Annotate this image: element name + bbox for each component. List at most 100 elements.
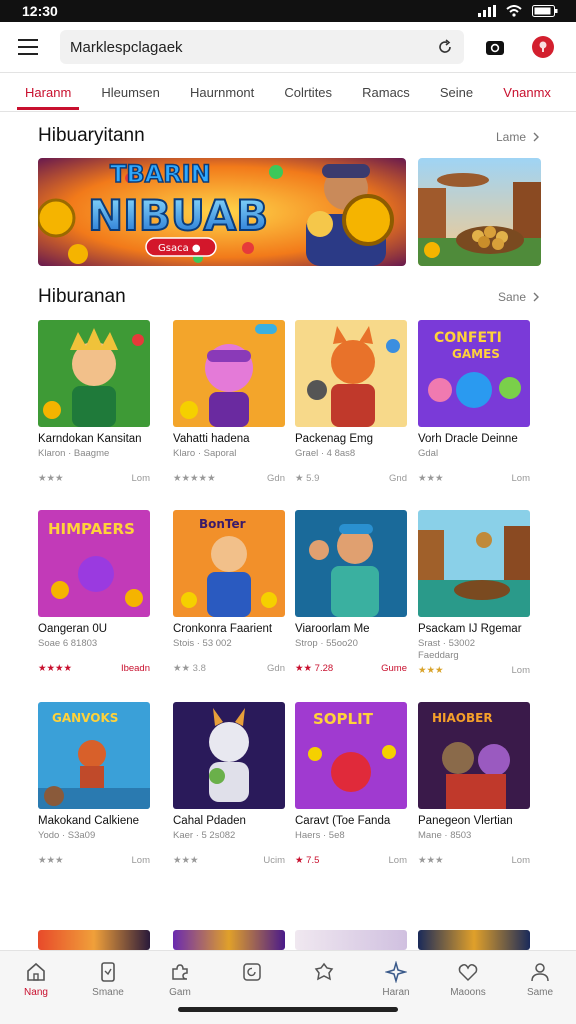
game-meta: Ibeadn bbox=[120, 663, 150, 674]
game-meta: Gume bbox=[381, 663, 407, 674]
game-title: Vorh Dracle Deinne bbox=[418, 433, 518, 445]
svg-text:GAMES: GAMES bbox=[452, 347, 500, 361]
profile-avatar-button[interactable] bbox=[526, 30, 560, 64]
signal-icon bbox=[478, 5, 496, 17]
nav-favorites[interactable]: Maoons bbox=[438, 961, 498, 1024]
game-card[interactable]: BonTer Cronkonra Faarient Stois · 53 002… bbox=[173, 510, 285, 674]
camera-button[interactable] bbox=[478, 30, 512, 64]
phone-icon bbox=[101, 962, 115, 982]
game-thumbnail bbox=[38, 930, 150, 950]
nav-games[interactable]: Gam bbox=[150, 961, 210, 1024]
game-thumbnail bbox=[295, 510, 407, 617]
game-card[interactable]: Viaroorlam Me Strop · 55oo20 ★★ 7.28 Gume bbox=[295, 510, 407, 674]
game-rating: ★★★ bbox=[418, 665, 444, 676]
tab-colrtites[interactable]: Colrtites bbox=[280, 75, 336, 110]
svg-text:NIBUAB: NIBUAB bbox=[88, 191, 268, 240]
game-subtitle: Srast · 53002 bbox=[418, 638, 476, 649]
game-rating: ★★★★ bbox=[38, 663, 73, 674]
game-grid: Karndokan Kansitan Klaron · Baagme ★★★ Lo… bbox=[38, 320, 542, 950]
game-subtitle: Stois · 53 002 bbox=[173, 638, 232, 649]
svg-text:Gsaca ●: Gsaca ● bbox=[158, 243, 201, 254]
tab-hleumsen[interactable]: Hleumsen bbox=[97, 75, 164, 110]
game-card[interactable] bbox=[173, 930, 285, 950]
see-more-featured[interactable]: Lame bbox=[496, 130, 540, 144]
game-subtitle: Haers · 5e8 bbox=[295, 830, 345, 841]
game-card[interactable] bbox=[38, 930, 150, 950]
game-card[interactable]: Psackam IJ Rgemar Srast · 53002 Faeddarg… bbox=[418, 510, 530, 676]
game-card[interactable]: Vahatti hadena Klaro · Saporal ★★★★★ Gdn bbox=[173, 320, 285, 484]
bottom-navigation: Nang Smane Gam Haran Maoons Same bbox=[0, 950, 576, 1024]
nav-gem[interactable] bbox=[294, 961, 354, 1024]
nav-home[interactable]: Nang bbox=[6, 961, 66, 1024]
game-thumbnail bbox=[418, 510, 530, 617]
svg-text:BonTer: BonTer bbox=[199, 517, 246, 531]
tab-vnanmx[interactable]: Vnanmx bbox=[499, 75, 555, 110]
game-thumbnail: HIMPAERS bbox=[38, 510, 150, 617]
game-rating: ★ 7.5 bbox=[295, 855, 320, 866]
game-meta: Gnd bbox=[389, 473, 407, 484]
game-title: Cronkonra Faarient bbox=[173, 623, 273, 635]
nav-refresh[interactable] bbox=[222, 961, 282, 1024]
game-subtitle: Klaron · Baagme bbox=[38, 448, 110, 459]
game-card[interactable]: Packenag Emg Grael · 4 8as8 ★ 5.9 Gnd bbox=[295, 320, 407, 484]
game-subtitle: Klaro · Saporal bbox=[173, 448, 237, 459]
game-meta: Lom bbox=[511, 855, 530, 866]
tab-haurnmont[interactable]: Haurnmont bbox=[186, 75, 258, 110]
svg-text:CONFETI: CONFETI bbox=[434, 330, 502, 346]
game-rating: ★★ 3.8 bbox=[173, 663, 206, 674]
game-rating: ★★ 7.28 bbox=[295, 663, 334, 674]
game-thumbnail bbox=[173, 930, 285, 950]
game-title: Viaroorlam Me bbox=[295, 623, 370, 635]
svg-text:SOPLIT: SOPLIT bbox=[313, 710, 374, 728]
game-meta: Ucim bbox=[263, 855, 285, 866]
game-card[interactable]: Cahal Pdaden Kaer · 5 2s082 ★★★ Ucim bbox=[173, 702, 285, 866]
category-tabs: Haranm Hleumsen Haurnmont Colrtites Rama… bbox=[0, 72, 576, 112]
game-card[interactable] bbox=[418, 930, 530, 950]
see-more-label: Sane bbox=[497, 290, 526, 304]
game-card[interactable]: HIAOBER Panegeon Vlertian Mane · 8503 ★★… bbox=[418, 702, 530, 866]
hamburger-menu-icon[interactable] bbox=[18, 33, 46, 61]
home-icon bbox=[27, 962, 45, 981]
game-thumbnail: HIAOBER bbox=[418, 702, 530, 809]
refresh-icon bbox=[243, 963, 261, 981]
game-card[interactable] bbox=[295, 930, 407, 950]
heart-icon bbox=[458, 964, 478, 982]
top-app-bar: Marklespclagaek bbox=[0, 22, 576, 72]
game-title: Packenag Emg bbox=[295, 433, 373, 445]
featured-banner[interactable]: TBARIN NIBUAB Gsaca ● bbox=[38, 158, 406, 266]
game-title: Caravt (Toe Fanda bbox=[295, 815, 391, 827]
game-card[interactable]: Karndokan Kansitan Klaron · Baagme ★★★ Lo… bbox=[38, 320, 150, 484]
home-indicator[interactable] bbox=[178, 1007, 398, 1012]
nav-label: Smane bbox=[92, 987, 124, 998]
search-input[interactable]: Marklespclagaek bbox=[60, 30, 464, 64]
game-card[interactable]: CONFETI GAMES Vorh Dracle Deinne Gdal ★★★… bbox=[418, 320, 530, 484]
game-card[interactable]: GANVOKS Makokand Calkiene Yodo · S3a09 ★… bbox=[38, 702, 150, 866]
nav-sparkle[interactable]: Haran bbox=[366, 961, 426, 1024]
featured-banner-secondary[interactable] bbox=[418, 158, 541, 266]
nav-phone[interactable]: Smane bbox=[78, 961, 138, 1024]
game-title: Karndokan Kansitan bbox=[38, 433, 142, 445]
refresh-icon[interactable] bbox=[436, 38, 454, 56]
game-subtitle-extra: Faeddarg bbox=[418, 650, 459, 661]
game-title: Vahatti hadena bbox=[173, 433, 250, 445]
game-subtitle: Mane · 8503 bbox=[418, 830, 472, 841]
search-input-text: Marklespclagaek bbox=[70, 38, 183, 56]
game-rating: ★★★ bbox=[418, 473, 444, 484]
game-meta: Lom bbox=[131, 855, 150, 866]
tab-ramacs[interactable]: Ramacs bbox=[358, 75, 414, 110]
banner-artwork: TBARIN NIBUAB Gsaca ● bbox=[38, 158, 406, 266]
camera-icon bbox=[486, 41, 504, 55]
svg-text:HIAOBER: HIAOBER bbox=[432, 711, 493, 725]
nav-profile[interactable]: Same bbox=[510, 961, 570, 1024]
tab-haranm[interactable]: Haranm bbox=[17, 75, 80, 110]
game-card[interactable]: SOPLIT Caravt (Toe Fanda Haers · 5e8 ★ 7… bbox=[295, 702, 407, 866]
game-thumbnail bbox=[173, 702, 285, 809]
nav-label: Nang bbox=[24, 987, 48, 998]
tab-seine[interactable]: Seine bbox=[436, 75, 477, 110]
svg-text:TBARIN: TBARIN bbox=[110, 160, 211, 188]
game-title: Oangeran 0U bbox=[38, 623, 108, 635]
see-more-games[interactable]: Sane bbox=[498, 290, 540, 304]
nav-label: Gam bbox=[169, 987, 191, 998]
game-card[interactable]: HIMPAERS Oangeran 0U Soae 6 81803 ★★★★ Ib… bbox=[38, 510, 150, 674]
game-thumbnail: SOPLIT bbox=[295, 702, 407, 809]
